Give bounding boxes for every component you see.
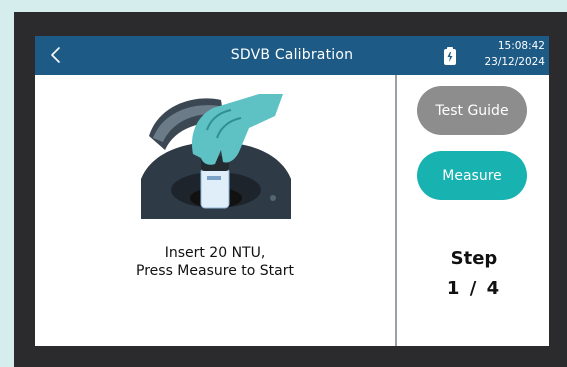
top-bar: SDVB Calibration 15:08:42 23/12/2024 bbox=[35, 36, 549, 75]
step-indicator: Step 1 / 4 bbox=[405, 244, 543, 304]
instruction-line-1: Insert 20 NTU, bbox=[164, 245, 266, 261]
step-total: 4 bbox=[486, 278, 502, 299]
measure-button[interactable]: Measure bbox=[417, 151, 527, 200]
panel-divider bbox=[395, 75, 397, 346]
insert-vial-illustration bbox=[141, 94, 291, 219]
clock: 15:08:42 23/12/2024 bbox=[465, 38, 545, 70]
step-label: Step bbox=[450, 248, 498, 269]
date-text: 23/12/2024 bbox=[484, 56, 545, 68]
test-guide-button[interactable]: Test Guide bbox=[417, 86, 527, 135]
instruction-line-2: Press Measure to Start bbox=[136, 263, 294, 279]
step-counter: 1 / 4 bbox=[405, 274, 543, 304]
time-text: 15:08:42 bbox=[497, 40, 545, 52]
step-separator: / bbox=[469, 278, 479, 299]
device-screen: SDVB Calibration 15:08:42 23/12/2024 Ins… bbox=[35, 36, 549, 346]
step-current: 1 bbox=[446, 278, 462, 299]
battery-icon bbox=[444, 47, 456, 65]
instruction-text: Insert 20 NTU, Press Measure to Start bbox=[95, 244, 335, 280]
